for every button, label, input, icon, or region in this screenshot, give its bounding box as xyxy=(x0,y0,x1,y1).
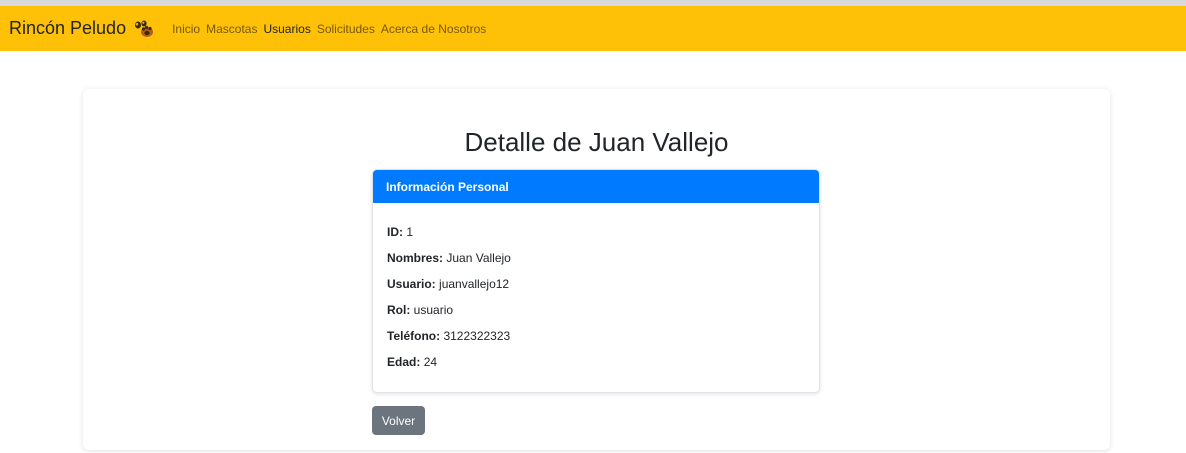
nav-link-solicitudes[interactable]: Solicitudes xyxy=(317,22,375,36)
card-header: Información Personal xyxy=(373,170,819,203)
content-card: Detalle de Juan Vallejo Información Pers… xyxy=(83,89,1110,450)
nav-link-usuarios[interactable]: Usuarios xyxy=(263,22,310,36)
field-nombres: Nombres: Juan Vallejo xyxy=(387,251,805,277)
nav-link-acerca[interactable]: Acerca de Nosotros xyxy=(381,22,486,36)
field-telefono: Teléfono: 3122322323 xyxy=(387,329,805,355)
field-value: 1 xyxy=(406,225,414,239)
page-title: Detalle de Juan Vallejo xyxy=(464,127,729,157)
nav-link-mascotas[interactable]: Mascotas xyxy=(206,22,257,36)
nav-links: Inicio Mascotas Usuarios Solicitudes Ace… xyxy=(172,22,492,36)
field-value: 3122322323 xyxy=(443,329,511,343)
nav-link-inicio[interactable]: Inicio xyxy=(172,22,200,36)
field-value: usuario xyxy=(413,303,454,317)
paw-icon xyxy=(135,20,154,37)
field-id: ID: 1 xyxy=(387,225,805,251)
field-label: Usuario: xyxy=(387,277,436,291)
field-value: 24 xyxy=(423,355,438,369)
field-label: Teléfono: xyxy=(387,329,441,343)
field-value: Juan Vallejo xyxy=(446,251,511,265)
personal-info-card: Información Personal ID: 1 Nombres: Juan… xyxy=(372,169,820,393)
brand-name: Rincón Peludo xyxy=(9,18,127,38)
field-label: Edad: xyxy=(387,355,421,369)
field-label: Rol: xyxy=(387,303,411,317)
field-edad: Edad: 24 xyxy=(387,355,805,381)
field-usuario: Usuario: juanvallejo12 xyxy=(387,277,805,303)
field-value: juanvallejo12 xyxy=(439,277,510,291)
field-rol: Rol: usuario xyxy=(387,303,805,329)
card-body: ID: 1 Nombres: Juan Vallejo Usuario: jua… xyxy=(373,203,819,381)
back-button[interactable]: Volver xyxy=(372,406,425,435)
field-label: Nombres: xyxy=(387,251,444,265)
field-label: ID: xyxy=(387,225,403,239)
navbar: Rincón Peludo Inicio Mascotas Usuarios S… xyxy=(0,6,1186,51)
brand-link[interactable]: Rincón Peludo xyxy=(9,18,154,39)
